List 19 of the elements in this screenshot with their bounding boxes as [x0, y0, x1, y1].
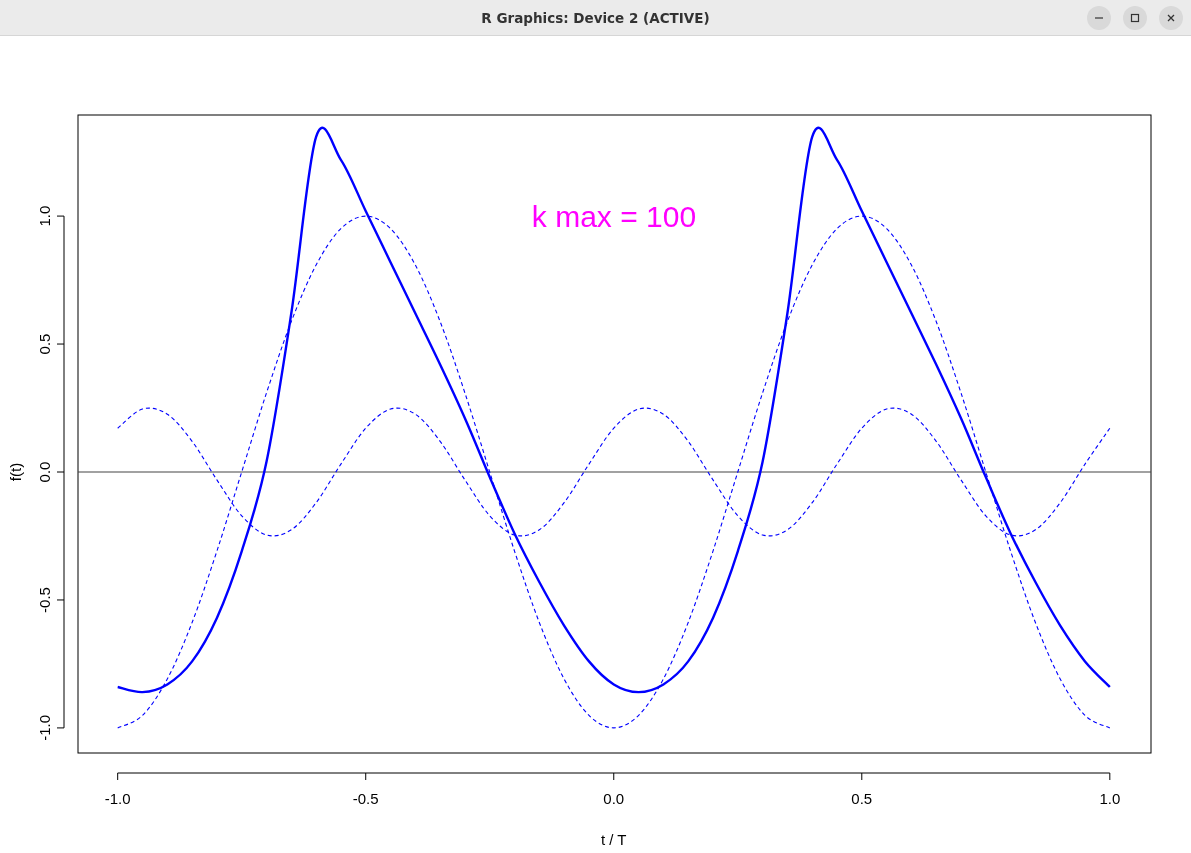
y-tick-label: 0.0	[36, 461, 53, 483]
x-tick-label: 0.5	[851, 790, 873, 807]
maximize-icon	[1130, 13, 1140, 23]
minimize-button[interactable]	[1087, 6, 1111, 30]
annotation-text: k max = 100	[531, 200, 697, 233]
y-tick-label: -0.5	[36, 587, 53, 613]
x-tick-label: -0.5	[352, 790, 379, 807]
x-axis-label: t / T	[600, 831, 627, 848]
y-tick-label: 1.0	[36, 205, 53, 227]
window-title: R Graphics: Device 2 (ACTIVE)	[481, 9, 710, 26]
x-tick-label: -1.0	[104, 790, 131, 807]
close-icon	[1166, 13, 1176, 23]
y-tick-label: 0.5	[36, 333, 53, 355]
close-button[interactable]	[1159, 6, 1183, 30]
y-axis-label: f(t)	[7, 462, 24, 482]
maximize-button[interactable]	[1123, 6, 1147, 30]
x-tick-label: 0.0	[603, 790, 625, 807]
y-tick-label: -1.0	[36, 715, 53, 741]
x-tick-label: 1.0	[1099, 790, 1121, 807]
